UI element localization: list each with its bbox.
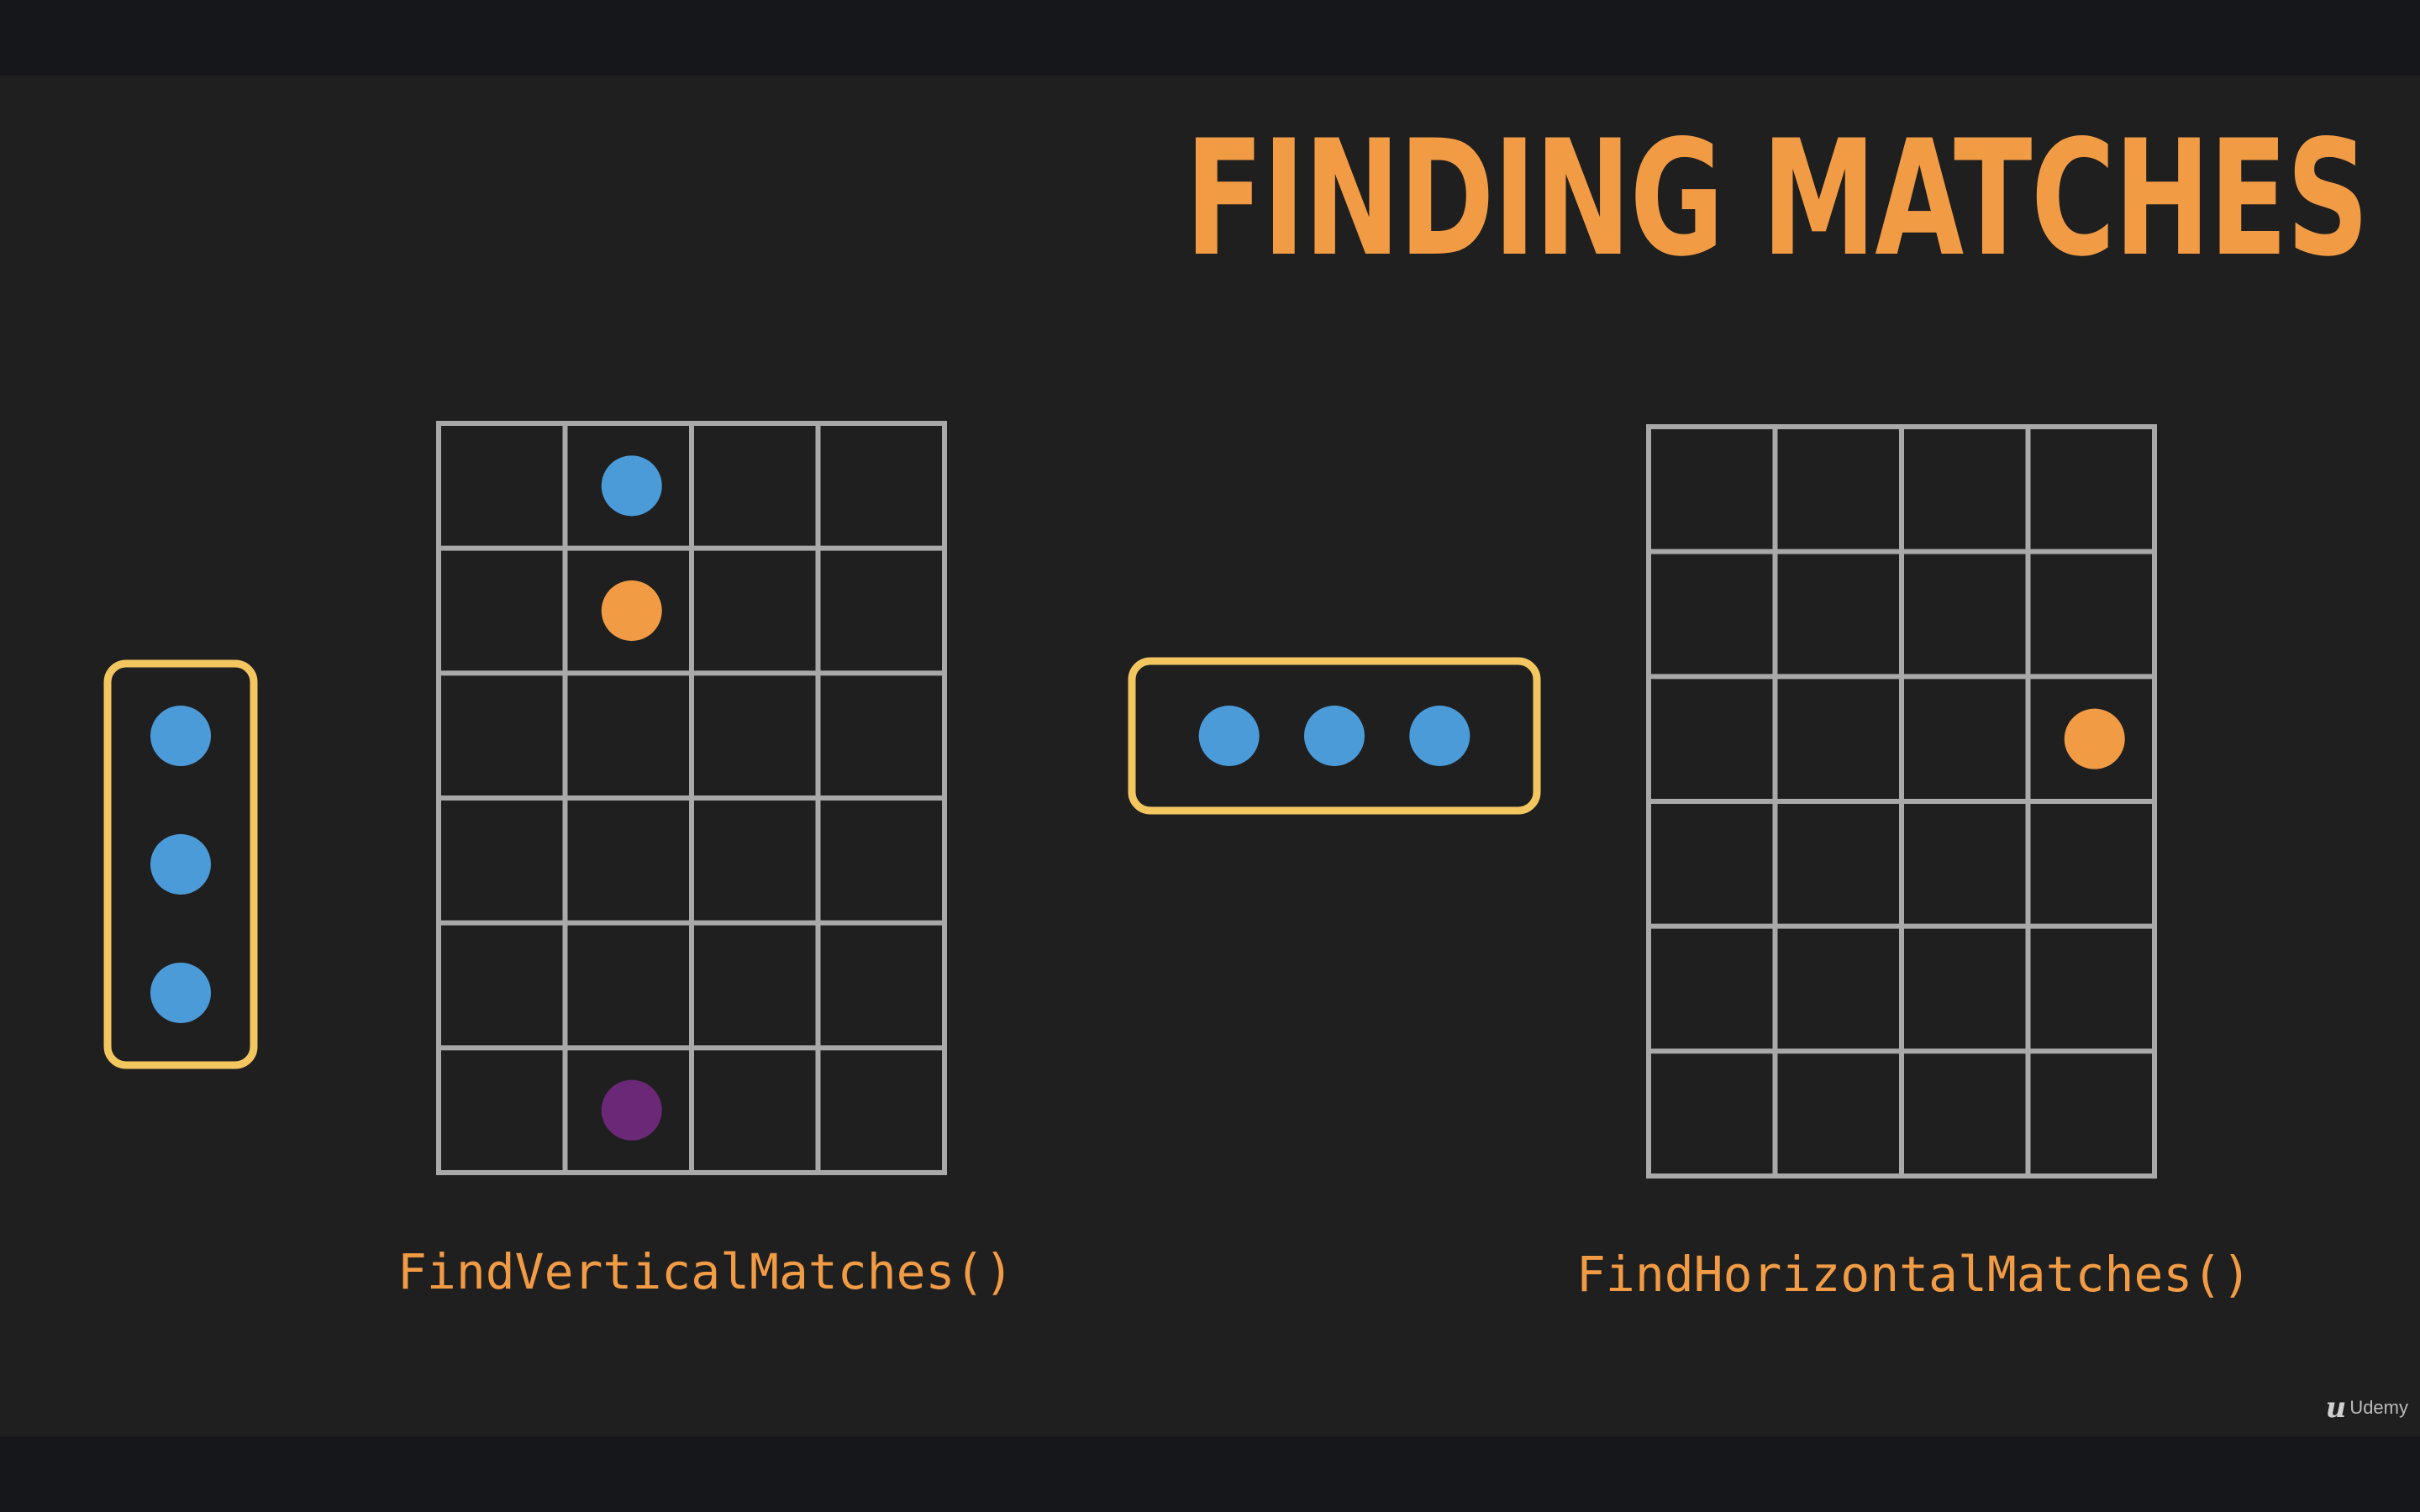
udemy-watermark: u Udemy (2326, 1391, 2408, 1425)
horizontal-match-group (1128, 657, 1541, 815)
blue-game-piece (150, 834, 211, 895)
blue-game-piece (1304, 706, 1365, 766)
match-group-layer (103, 657, 1541, 1069)
blue-game-piece (601, 455, 662, 517)
slide: FINDING MATCHES FindVerticalMatches() Fi… (0, 76, 2420, 1436)
vertical-match-group (103, 659, 258, 1069)
find-horizontal-matches-label: FindHorizontalMatches() (1576, 1246, 2252, 1303)
blue-game-piece (1409, 706, 1470, 766)
blue-game-piece (1198, 706, 1260, 766)
horizontal-board (1646, 424, 2157, 1179)
udemy-watermark-text: Udemy (2349, 1397, 2408, 1418)
udemy-logo-icon: u (2325, 1391, 2347, 1425)
vertical-board (436, 421, 947, 1175)
orange-game-piece (2064, 708, 2125, 769)
slide-frame: FINDING MATCHES FindVerticalMatches() Fi… (0, 0, 2420, 1512)
find-vertical-matches-label: FindVerticalMatches() (397, 1243, 1014, 1300)
orange-game-piece (601, 580, 662, 641)
blue-game-piece (150, 706, 211, 767)
diagram (103, 421, 2157, 1179)
grid-layer (436, 421, 2157, 1179)
blue-game-piece (150, 962, 211, 1023)
purple-game-piece (601, 1079, 662, 1141)
